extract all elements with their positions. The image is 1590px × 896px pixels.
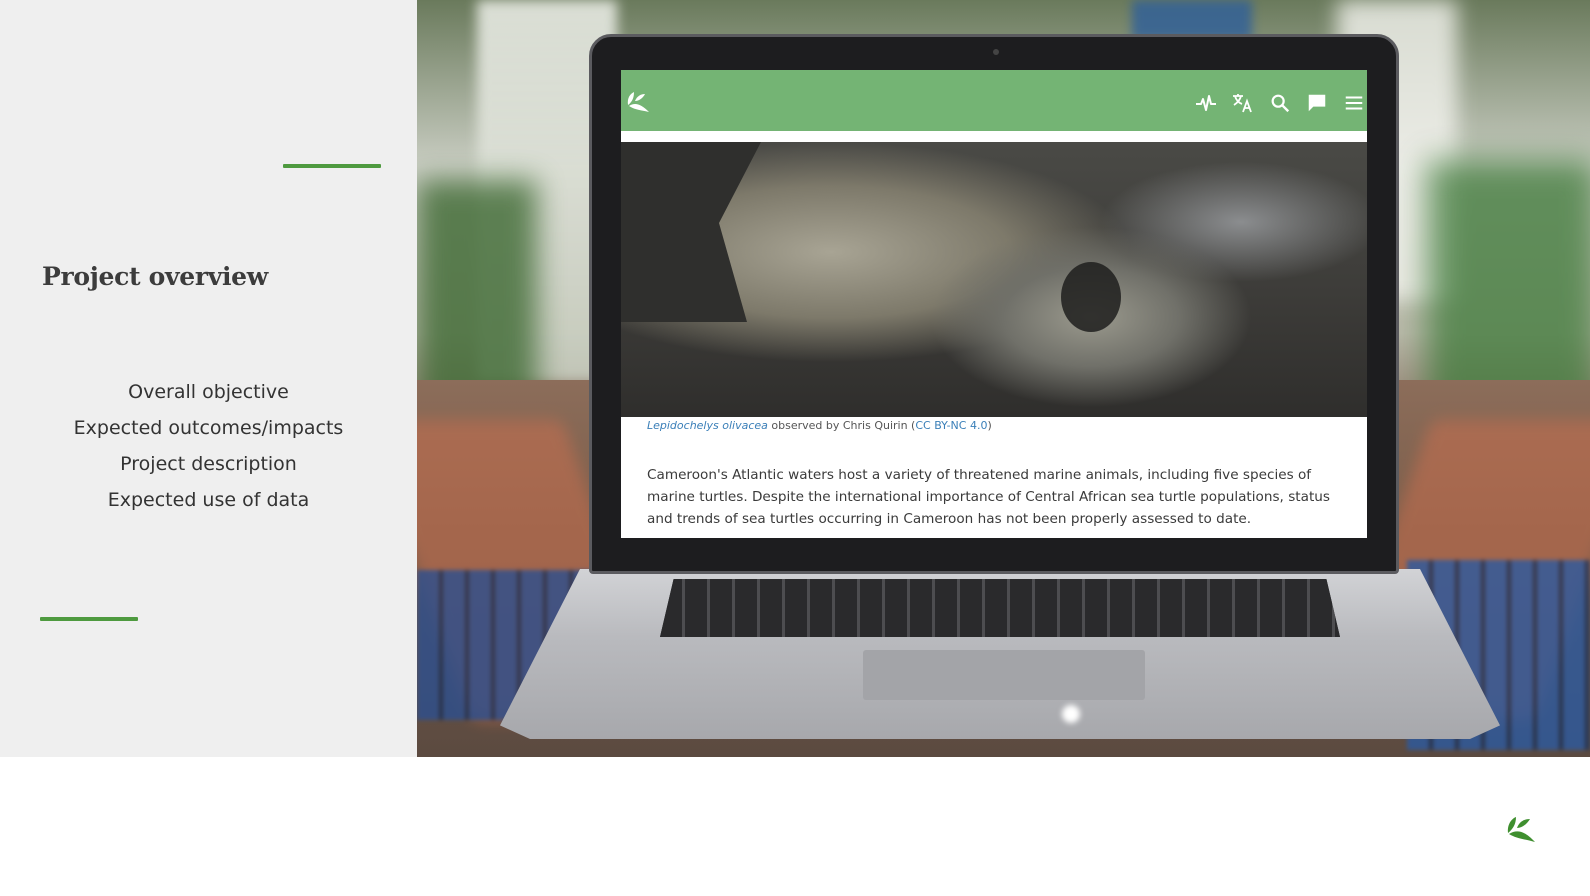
agenda-item-objective: Overall objective [128, 381, 289, 403]
agenda-list: Overall objective Expected outcomes/impa… [0, 374, 417, 518]
site-navbar [621, 70, 1367, 136]
laptop-screen: Lepidochelys olivacea observed by Chris … [621, 70, 1367, 538]
laptop-trackpad [863, 650, 1145, 700]
caption-credit: observed by Chris Quirin ( [767, 419, 916, 432]
accent-line-bottom [40, 617, 138, 621]
photo-caption: Lepidochelys olivacea observed by Chris … [647, 419, 992, 432]
menu-icon[interactable] [1341, 90, 1367, 116]
chat-icon[interactable] [1304, 90, 1330, 116]
translate-icon[interactable] [1230, 90, 1256, 116]
slide-title: Project overview [42, 262, 268, 291]
intro-paragraph: Cameroon's Atlantic waters host a variet… [647, 467, 1330, 527]
species-link[interactable]: Lepidochelys olivacea [647, 419, 768, 432]
laptop-keyboard [660, 579, 1340, 637]
activity-icon[interactable] [1193, 90, 1219, 116]
laptop-camera [993, 49, 999, 55]
agenda-item-outcomes: Expected outcomes/impacts [73, 417, 344, 439]
agenda-item-description: Project description [120, 453, 297, 475]
laptop-light [1062, 705, 1080, 723]
turtle-photo [621, 142, 1367, 417]
search-icon[interactable] [1267, 90, 1293, 116]
nav-icon-group [1182, 90, 1367, 116]
agenda-item-data-use: Expected use of data [107, 489, 310, 511]
caption-close: ) [987, 419, 992, 432]
left-panel: Project overview Overall objective Expec… [0, 0, 417, 757]
leaf-logo-icon[interactable] [625, 88, 653, 116]
license-link[interactable]: CC BY-NC 4.0 [915, 419, 987, 432]
leaf-logo-icon [1505, 812, 1539, 846]
accent-line-top [283, 164, 381, 168]
